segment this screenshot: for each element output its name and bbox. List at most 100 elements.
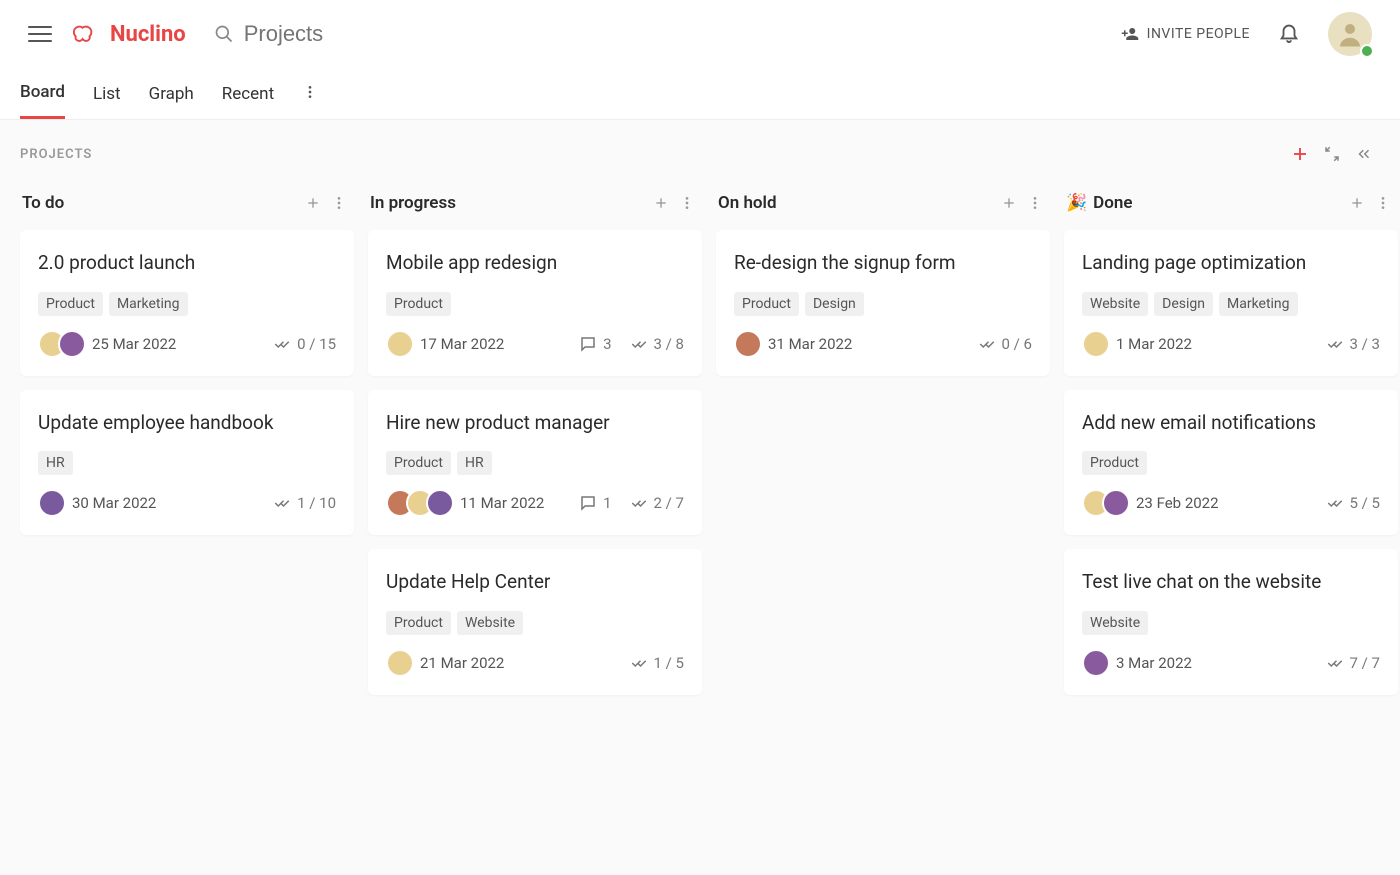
- menu-icon[interactable]: [28, 22, 52, 46]
- tab-more-button[interactable]: [302, 84, 318, 118]
- avatar: [1102, 489, 1130, 517]
- card-title: Update Help Center: [386, 569, 684, 595]
- card-checklist: 0 / 6: [978, 335, 1033, 353]
- card-checklist: 2 / 7: [630, 494, 685, 512]
- tag: Product: [734, 292, 799, 316]
- card-checklist: 7 / 7: [1326, 654, 1381, 672]
- card[interactable]: Update employee handbookHR30 Mar 20221 /…: [20, 390, 354, 536]
- column-to-do: To do 2.0 product launchProductMarketing2…: [20, 178, 354, 549]
- card-title: Test live chat on the website: [1082, 569, 1380, 595]
- card-footer: 11 Mar 202212 / 7: [386, 489, 684, 517]
- tag: Product: [386, 292, 451, 316]
- hide-panel-button[interactable]: [1348, 138, 1380, 170]
- card-date: 11 Mar 2022: [460, 494, 544, 512]
- bell-icon: [1278, 21, 1300, 43]
- person-add-icon: [1121, 25, 1139, 43]
- card-date: 23 Feb 2022: [1136, 494, 1219, 512]
- comment-icon: [579, 335, 597, 353]
- plus-icon: [1349, 195, 1365, 211]
- plus-icon: [653, 195, 669, 211]
- checklist-icon: [630, 654, 648, 672]
- checklist-icon: [630, 335, 648, 353]
- column-title: On hold: [718, 193, 777, 213]
- tag: Product: [38, 292, 103, 316]
- column-add-button[interactable]: [300, 190, 326, 216]
- app-name: Nuclino: [110, 22, 186, 47]
- column-on-hold: On hold Re-design the signup formProductD…: [716, 178, 1050, 390]
- tag: Product: [1082, 451, 1147, 475]
- collapse-icon: [1323, 145, 1341, 163]
- card-tags: ProductDesign: [734, 292, 1032, 316]
- plus-icon: [305, 195, 321, 211]
- chevrons-left-icon: [1355, 145, 1373, 163]
- column-title: To do: [22, 193, 64, 213]
- card-footer: 30 Mar 20221 / 10: [38, 489, 336, 517]
- column-add-button[interactable]: [996, 190, 1022, 216]
- tag: Website: [1082, 292, 1148, 316]
- board: To do 2.0 product launchProductMarketing2…: [0, 178, 1400, 729]
- tag: Product: [386, 451, 451, 475]
- comment-icon: [579, 494, 597, 512]
- card[interactable]: Hire new product manager ProductHR 11 Mar …: [368, 390, 702, 536]
- card-avatars: [38, 489, 58, 517]
- card-avatars: [1082, 649, 1102, 677]
- card-tags: Product: [386, 292, 684, 316]
- avatar: [38, 489, 66, 517]
- card-tags: Product: [1082, 451, 1380, 475]
- add-button[interactable]: [1284, 138, 1316, 170]
- column-more-button[interactable]: [326, 190, 352, 216]
- card-tags: ProductHR: [386, 451, 684, 475]
- column-more-button[interactable]: [1022, 190, 1048, 216]
- card-date: 25 Mar 2022: [92, 335, 176, 353]
- checklist-icon: [273, 494, 291, 512]
- card-title: Landing page optimization: [1082, 250, 1380, 276]
- column-title: 🎉Done: [1066, 193, 1133, 213]
- more-vertical-icon: [331, 195, 347, 211]
- card[interactable]: Add new email notificationsProduct23 Feb…: [1064, 390, 1398, 536]
- collapse-button[interactable]: [1316, 138, 1348, 170]
- column-add-button[interactable]: [648, 190, 674, 216]
- card[interactable]: 2.0 product launchProductMarketing25 Mar…: [20, 230, 354, 376]
- card-footer: 31 Mar 20220 / 6: [734, 330, 1032, 358]
- column-header: On hold: [716, 178, 1050, 230]
- card-date: 3 Mar 2022: [1116, 654, 1192, 672]
- search[interactable]: [214, 21, 604, 47]
- card-title: Hire new product manager: [386, 410, 684, 436]
- notifications-button[interactable]: [1278, 21, 1300, 47]
- avatar: [1082, 330, 1110, 358]
- card-avatars: [386, 330, 406, 358]
- card-footer: 23 Feb 2022 5 / 5: [1082, 489, 1380, 517]
- card-avatars: [38, 330, 78, 358]
- card-tags: ProductMarketing: [38, 292, 336, 316]
- column-done: 🎉DoneLanding page optimizationWebsiteDes…: [1064, 178, 1398, 709]
- card-avatars: [386, 649, 406, 677]
- card-footer: 21 Mar 20221 / 5: [386, 649, 684, 677]
- tab-recent[interactable]: Recent: [222, 84, 274, 118]
- topbar: Nuclino INVITE PEOPLE: [0, 0, 1400, 68]
- card[interactable]: Mobile app redesign Product 17 Mar 202233 …: [368, 230, 702, 376]
- app-logo[interactable]: Nuclino: [72, 19, 186, 49]
- column-more-button[interactable]: [674, 190, 700, 216]
- card-checklist: 5 / 5: [1326, 494, 1381, 512]
- card[interactable]: Landing page optimizationWebsiteDesignMa…: [1064, 230, 1398, 376]
- tab-graph[interactable]: Graph: [149, 84, 194, 118]
- search-input[interactable]: [244, 21, 604, 47]
- tab-list[interactable]: List: [93, 84, 121, 118]
- user-avatar[interactable]: [1328, 12, 1372, 56]
- page-title: PROJECTS: [20, 147, 92, 162]
- invite-people-button[interactable]: INVITE PEOPLE: [1121, 25, 1250, 43]
- card[interactable]: Update Help CenterProductWebsite21 Mar 2…: [368, 549, 702, 695]
- more-vertical-icon: [302, 84, 318, 100]
- card-tags: Website: [1082, 611, 1380, 635]
- column-more-button[interactable]: [1370, 190, 1396, 216]
- card-date: 1 Mar 2022: [1116, 335, 1192, 353]
- tag: Design: [1154, 292, 1213, 316]
- card-title: Mobile app redesign: [386, 250, 684, 276]
- tag: Design: [805, 292, 864, 316]
- card[interactable]: Re-design the signup formProductDesign31…: [716, 230, 1050, 376]
- card-footer: 17 Mar 202233 / 8: [386, 330, 684, 358]
- tab-board[interactable]: Board: [20, 82, 65, 119]
- column-add-button[interactable]: [1344, 190, 1370, 216]
- card[interactable]: Test live chat on the website Website 3 Ma…: [1064, 549, 1398, 695]
- card-checklist: 3 / 8: [630, 335, 685, 353]
